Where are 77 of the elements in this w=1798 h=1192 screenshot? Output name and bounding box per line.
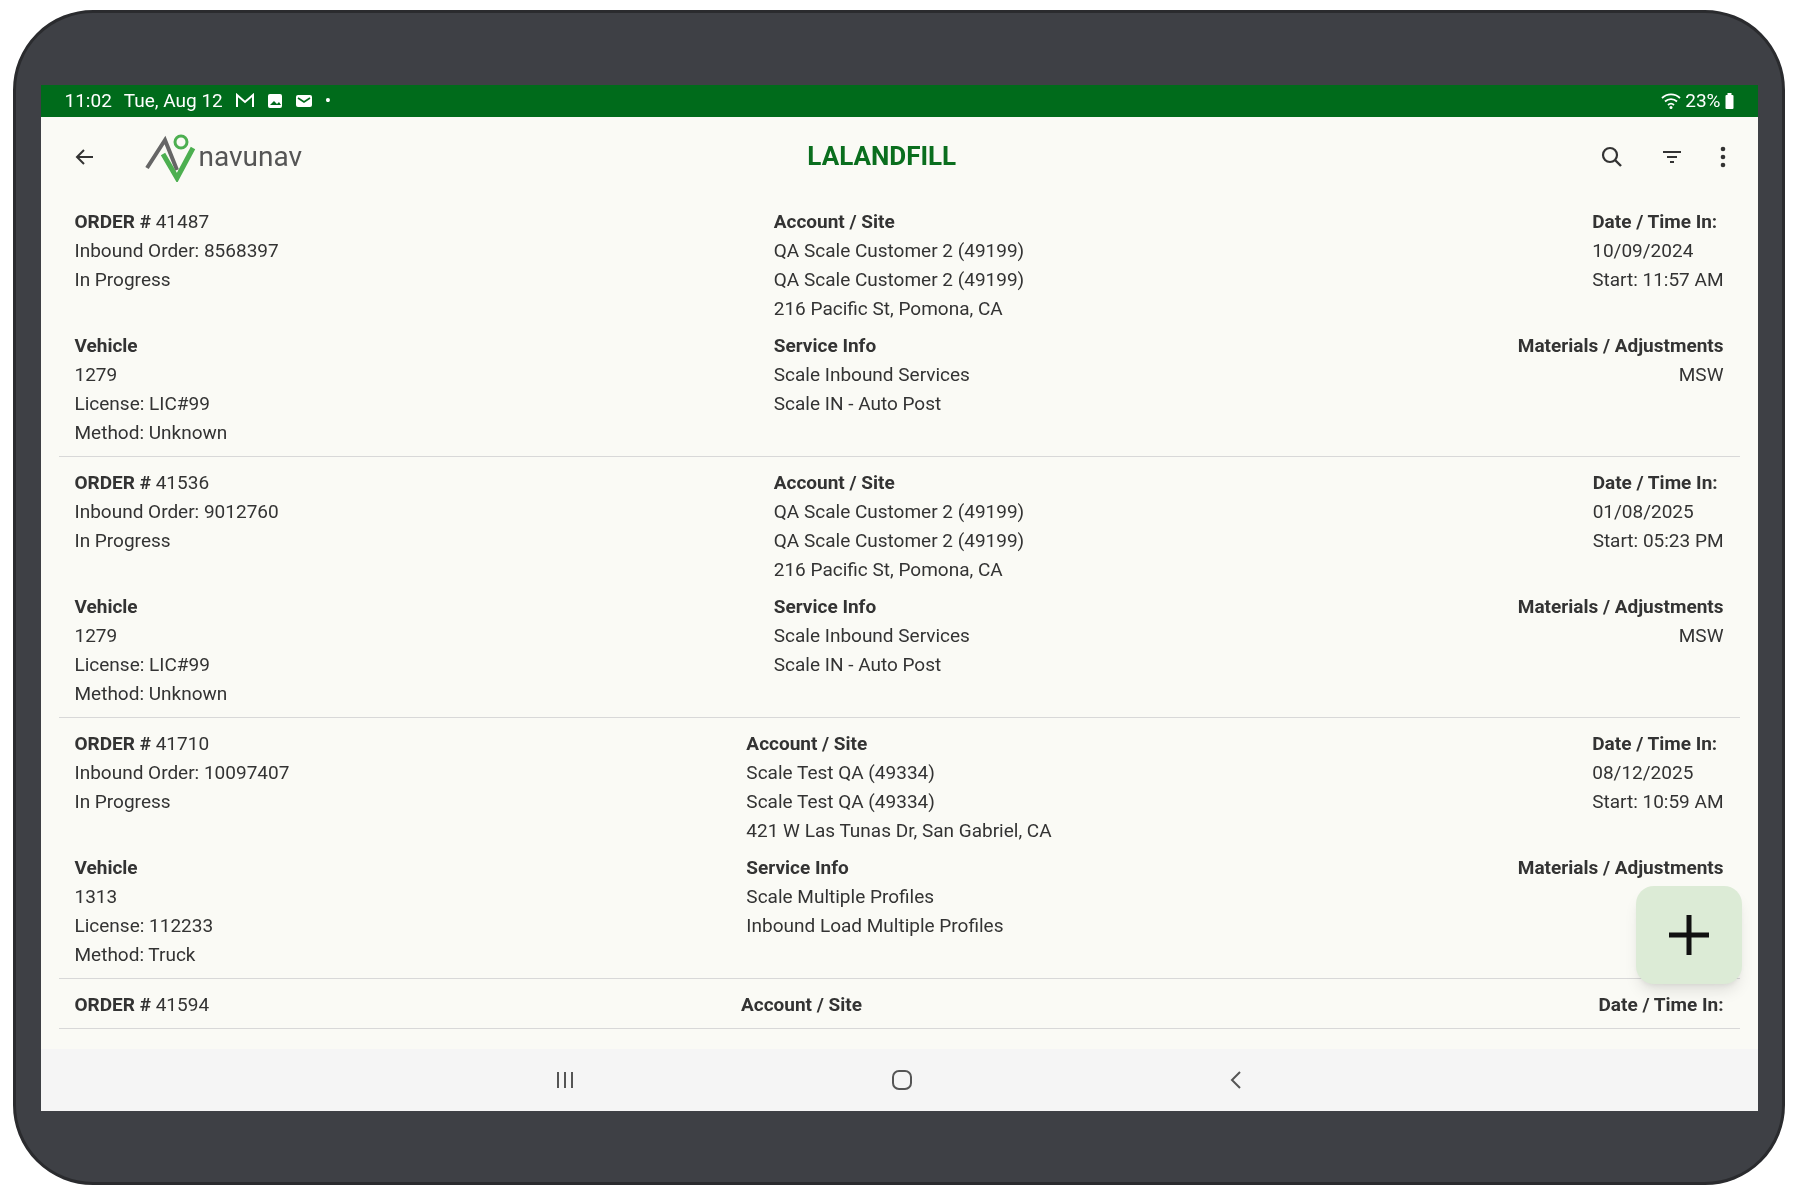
section-heading: Date / Time In: [1598, 992, 1724, 1018]
vehicle-line: License: LIC#99 [74, 391, 211, 417]
order-status: In Progress [74, 528, 172, 554]
vehicle-line: Method: Unknown [74, 681, 229, 707]
vehicle-line: License: LIC#99 [74, 652, 211, 678]
section-heading: Vehicle [74, 855, 139, 881]
notification-dot: • [324, 87, 332, 114]
service-line: Scale Inbound Services [773, 362, 971, 388]
section-heading: Materials / Adjustments [1517, 333, 1724, 359]
start-time: Start: 11:57 AM [1592, 267, 1724, 293]
search-icon [1599, 144, 1624, 169]
inbound-order: Inbound Order: 8568397 [74, 238, 280, 264]
account-line: QA Scale Customer 2 (49199) [773, 267, 1025, 293]
image-icon [266, 93, 283, 109]
order-status: In Progress [74, 267, 172, 293]
account-line: 216 Pacific St, Pomona, CA [773, 296, 1004, 322]
vehicle-line: 1279 [74, 362, 119, 388]
start-time: Start: 05:23 PM [1592, 528, 1724, 554]
section-heading: Vehicle [74, 594, 139, 620]
section-heading: Account / Site [746, 731, 869, 757]
section-heading: Vehicle [74, 333, 139, 359]
section-heading: Materials / Adjustments [1517, 594, 1724, 620]
start-time: Start: 10:59 AM [1592, 789, 1724, 815]
service-line: Inbound Load Multiple Profiles [746, 913, 1005, 939]
section-heading: Date / Time In: [1592, 209, 1718, 235]
section-heading: Service Info [773, 333, 878, 359]
service-line: Scale IN - Auto Post [773, 652, 943, 678]
section-heading: Account / Site [773, 470, 896, 496]
order-number: ORDER # 41710 [74, 731, 211, 757]
account-line: QA Scale Customer 2 (49199) [773, 499, 1025, 525]
order-number: ORDER # 41487 [74, 209, 211, 235]
section-heading: Service Info [773, 594, 878, 620]
inbound-order: Inbound Order: 10097407 [74, 760, 291, 786]
more-icon [1719, 145, 1726, 168]
order-number: ORDER # 41594 [74, 992, 211, 1018]
chevron-left-icon [1229, 1070, 1243, 1090]
section-heading: Date / Time In: [1592, 731, 1718, 757]
section-heading: Account / Site [741, 992, 863, 1018]
material-line: MSW [1678, 623, 1724, 649]
order-date: 10/09/2024 [1592, 238, 1694, 264]
inbound-order: Inbound Order: 9012760 [74, 499, 280, 525]
section-heading: Date / Time In: [1592, 470, 1718, 496]
account-line: Scale Test QA (49334) [746, 789, 936, 815]
logo-text: navunav [198, 138, 303, 175]
battery-percent: 23% [1685, 87, 1721, 114]
service-line: Scale IN - Auto Post [773, 391, 943, 417]
mail-icon [234, 93, 255, 109]
section-heading: Service Info [746, 855, 850, 881]
home-icon [891, 1069, 913, 1091]
service-line: Scale Inbound Services [773, 623, 971, 649]
order-date: 08/12/2025 [1592, 760, 1694, 786]
account-line: QA Scale Customer 2 (49199) [773, 238, 1025, 264]
status-date: Tue, Aug 12 [123, 87, 223, 114]
vehicle-line: 1313 [74, 884, 119, 910]
service-line: Scale Multiple Profiles [746, 884, 936, 910]
vehicle-line: 1279 [74, 623, 119, 649]
app-title: LALANDFILL [807, 140, 957, 173]
recent-apps-icon [555, 1071, 575, 1089]
order-status: In Progress [74, 789, 172, 815]
add-button[interactable] [1635, 886, 1742, 984]
account-line: QA Scale Customer 2 (49199) [773, 528, 1025, 554]
account-line: 216 Pacific St, Pomona, CA [773, 557, 1004, 583]
plus-icon [1666, 913, 1711, 957]
wifi-icon [1661, 93, 1682, 109]
envelope-icon [294, 93, 313, 109]
section-heading: Materials / Adjustments [1517, 855, 1724, 881]
material-line: MSW [1678, 362, 1724, 388]
vehicle-line: License: 112233 [74, 913, 215, 939]
battery-icon [1724, 93, 1734, 109]
status-time: 11:02 [64, 87, 112, 114]
vehicle-line: Method: Unknown [74, 420, 229, 446]
account-line: Scale Test QA (49334) [746, 760, 936, 786]
order-number: ORDER # 41536 [74, 470, 211, 496]
vehicle-line: Method: Truck [74, 942, 197, 968]
section-heading: Account / Site [773, 209, 896, 235]
account-line: 421 W Las Tunas Dr, San Gabriel, CA [746, 818, 1052, 844]
order-date: 01/08/2025 [1592, 499, 1694, 525]
